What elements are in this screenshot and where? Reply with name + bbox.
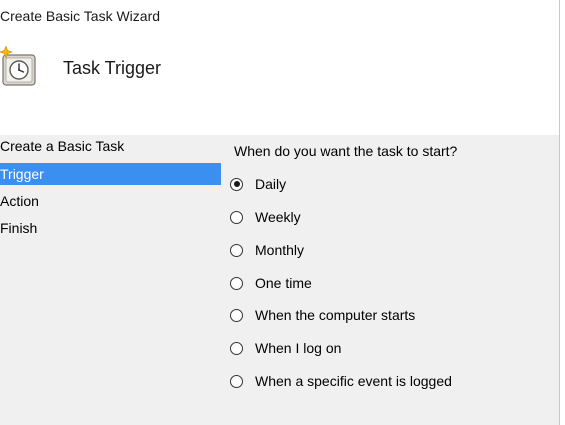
step-create-basic-task[interactable]: Create a Basic Task [0, 135, 221, 157]
radio-label: Daily [255, 176, 287, 192]
radio-label: When I log on [255, 340, 342, 356]
trigger-options-panel: When do you want the task to start? Dail… [221, 135, 559, 425]
radio-option-daily[interactable]: Daily [230, 173, 286, 195]
radio-label: When the computer starts [255, 307, 416, 323]
radio-button[interactable] [230, 243, 243, 257]
trigger-question: When do you want the task to start? [234, 143, 458, 159]
radio-label: Weekly [255, 209, 301, 225]
radio-label: When a specific event is logged [255, 373, 452, 389]
window-title: Create Basic Task Wizard [0, 8, 161, 24]
step-action[interactable]: Action [0, 190, 221, 212]
wizard-header: Task Trigger [0, 32, 559, 135]
step-trigger[interactable]: Trigger [0, 163, 221, 185]
radio-option-weekly[interactable]: Weekly [230, 206, 301, 228]
radio-button[interactable] [230, 374, 243, 388]
radio-button[interactable] [230, 210, 243, 224]
task-scheduler-clock-icon [0, 45, 40, 88]
radio-button[interactable] [230, 276, 243, 290]
radio-option-monthly[interactable]: Monthly [230, 239, 304, 261]
radio-button[interactable] [230, 308, 243, 322]
step-finish[interactable]: Finish [0, 217, 221, 239]
radio-option-one-time[interactable]: One time [230, 272, 312, 294]
page-title: Task Trigger [63, 58, 162, 78]
radio-button[interactable] [230, 177, 243, 191]
radio-option-event-logged[interactable]: When a specific event is logged [230, 370, 452, 392]
radio-label: Monthly [255, 242, 305, 258]
radio-button[interactable] [230, 341, 243, 355]
radio-option-computer-starts[interactable]: When the computer starts [230, 304, 415, 326]
radio-option-log-on[interactable]: When I log on [230, 337, 341, 359]
wizard-steps-list: Create a Basic Task Trigger Action Finis… [0, 135, 221, 425]
wizard-body: Create a Basic Task Trigger Action Finis… [0, 135, 559, 425]
wizard-window: Create Basic Task Wizard Task Trigger Cr… [0, 0, 560, 425]
radio-label: One time [255, 275, 312, 291]
